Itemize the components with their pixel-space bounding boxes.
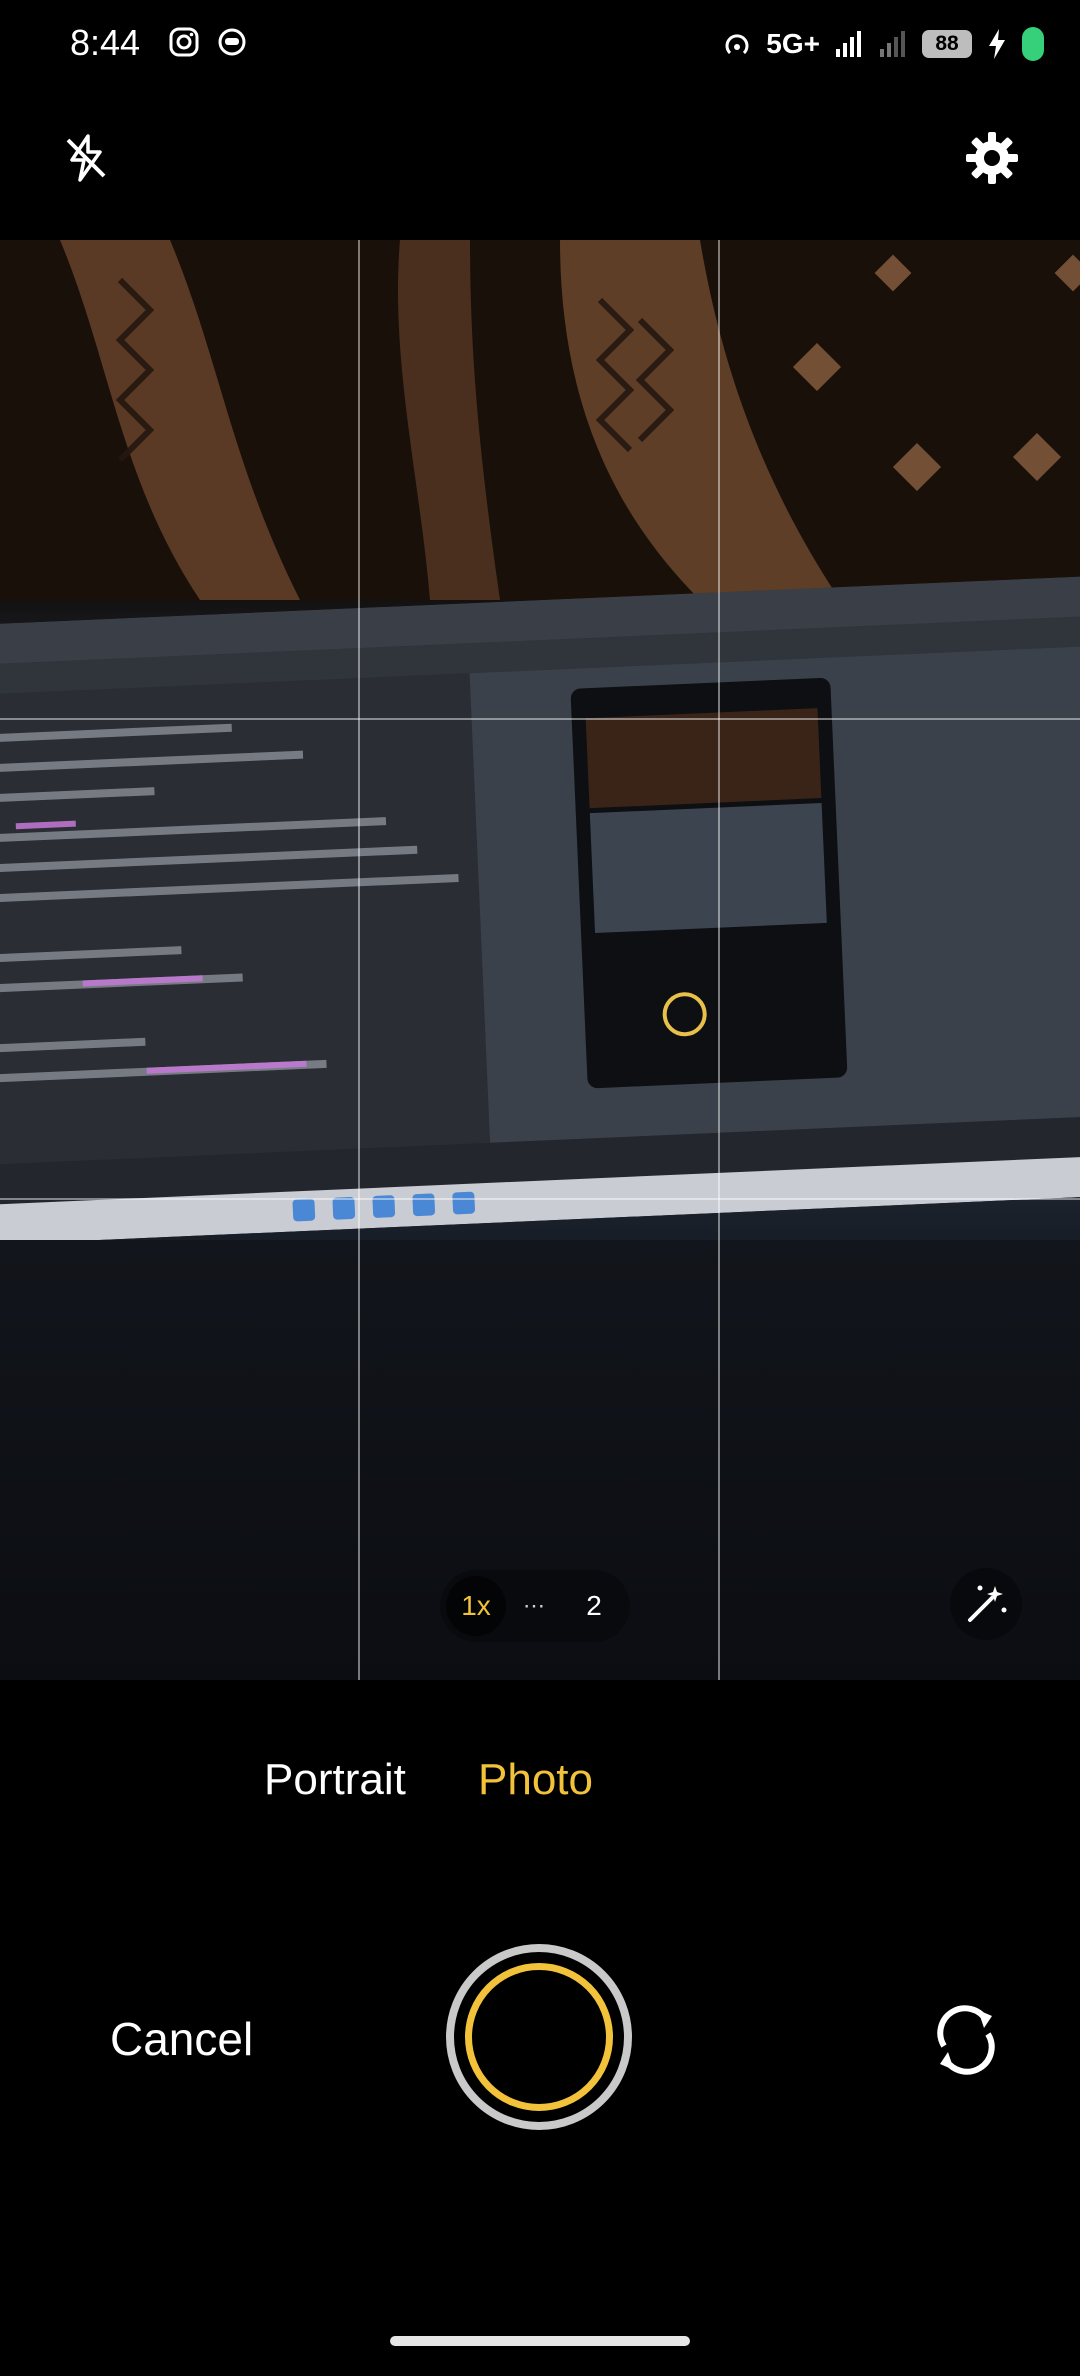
- shutter-inner-ring: [465, 1963, 613, 2111]
- hotspot-icon: [725, 34, 749, 55]
- app-notification-icon: [218, 28, 246, 56]
- magic-wand-button[interactable]: [950, 1568, 1022, 1640]
- settings-button[interactable]: [956, 122, 1028, 194]
- flash-off-icon: [66, 134, 106, 182]
- mode-photo[interactable]: Photo: [478, 1755, 593, 1805]
- status-right: 5G+ 88: [722, 22, 1044, 66]
- charging-bolt-icon: [989, 29, 1005, 59]
- status-bar: 8:44 5G+ 88: [0, 0, 1080, 90]
- grid-line: [0, 718, 1080, 720]
- magic-wand-icon: [968, 1585, 1007, 1622]
- gear-icon: [966, 132, 1018, 184]
- battery-level: 88: [922, 30, 972, 58]
- shutter-button[interactable]: [446, 1944, 632, 2130]
- mode-portrait[interactable]: Portrait: [264, 1755, 406, 1805]
- camera-viewfinder[interactable]: [0, 240, 1080, 1680]
- status-time: 8:44: [70, 22, 141, 63]
- scene-monitor: [0, 574, 1080, 1246]
- signal-strong-icon: [836, 31, 861, 57]
- signal-weak-icon: [880, 31, 905, 57]
- instagram-icon: [169, 27, 199, 57]
- switch-camera-icon: [937, 2005, 995, 2075]
- cancel-button[interactable]: Cancel: [110, 2012, 253, 2066]
- zoom-2x-button[interactable]: 2: [564, 1576, 624, 1636]
- home-indicator[interactable]: [390, 2336, 690, 2346]
- scene-fabric: [0, 240, 1080, 600]
- switch-camera-button[interactable]: [922, 1996, 1010, 2084]
- grid-line: [718, 240, 720, 1680]
- flash-toggle-button[interactable]: [50, 122, 122, 194]
- grid-line: [358, 240, 360, 1680]
- zoom-selector: 1x ⋯ 2: [440, 1570, 630, 1642]
- zoom-1x-button[interactable]: 1x: [446, 1576, 506, 1636]
- network-type: 5G+: [766, 28, 820, 59]
- charging-indicator: [1022, 27, 1044, 61]
- zoom-more-button[interactable]: ⋯: [523, 1593, 547, 1619]
- grid-line: [0, 1198, 1080, 1200]
